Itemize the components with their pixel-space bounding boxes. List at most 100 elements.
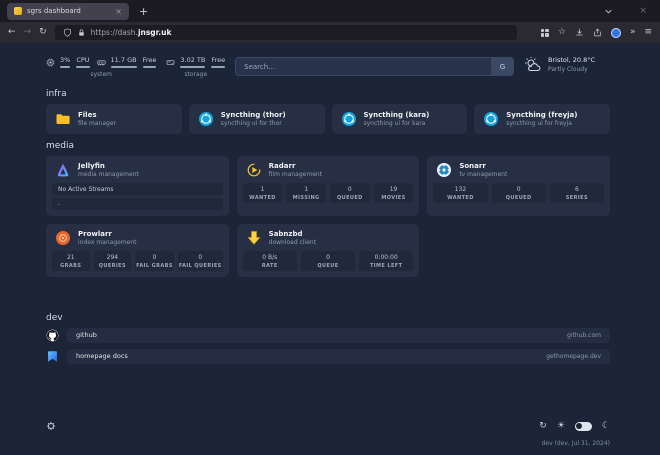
browser-tab-bar: sgrs dashboard × + × — [0, 0, 660, 22]
ram-label: Free — [143, 56, 157, 64]
bookmark-name: github — [76, 331, 97, 339]
card-prowlarr[interactable]: Prowlarr index management 21GRABS 294QUE… — [46, 224, 229, 277]
card-name: Files — [78, 111, 116, 119]
stat-box: 132WANTED — [433, 183, 487, 203]
card-files[interactable]: Files file manager — [46, 104, 182, 134]
download-icon[interactable] — [575, 28, 584, 37]
stat-box: 0:00:00TIME LEFT — [359, 251, 413, 271]
tab-favicon-icon — [14, 7, 22, 15]
stat-box: 0FAIL GRABS — [135, 251, 174, 271]
card-name: Jellyfin — [78, 162, 139, 170]
bookmark-url: gethomepage.dev — [546, 353, 601, 360]
extensions-grid-icon[interactable] — [541, 29, 549, 37]
disk-icon — [166, 58, 175, 67]
stat-box: 0 B/sRATE — [243, 251, 297, 271]
card-name: Sabnzbd — [269, 230, 316, 238]
card-desc: film management — [269, 171, 322, 178]
card-desc: media management — [78, 171, 139, 178]
card-syncthing-thor[interactable]: Syncthing (thor) syncthing ui for thor — [189, 104, 325, 134]
new-tab-button[interactable]: + — [135, 5, 152, 18]
bookmark-star-icon[interactable]: ☆ — [558, 28, 566, 37]
media-grid-row1: Jellyfin media management No Active Stre… — [46, 156, 610, 216]
storage-widget: 3.02 TB Free storage — [166, 56, 225, 78]
weather-location: Bristol, 20.8°C — [548, 56, 595, 64]
stat-box: 0QUEUED — [492, 183, 546, 203]
card-jellyfin[interactable]: Jellyfin media management No Active Stre… — [46, 156, 229, 216]
light-mode-sun-icon[interactable]: ☀ — [557, 422, 565, 431]
back-button[interactable]: ← — [8, 28, 16, 37]
url-text: https://dash.jnsgr.uk — [91, 28, 172, 37]
card-name: Syncthing (thor) — [221, 111, 286, 119]
card-name: Radarr — [269, 162, 322, 170]
stat-box: 1WANTED — [243, 183, 283, 203]
dashboard-footer: ↻ ☀ ☾ — [46, 421, 610, 431]
radarr-icon — [246, 162, 262, 178]
search-box: G — [235, 57, 514, 76]
bookmark-homepage-docs[interactable]: homepage docs gethomepage.dev — [67, 349, 610, 364]
card-desc: index management — [78, 239, 137, 246]
settings-gear-icon[interactable] — [46, 421, 56, 431]
card-syncthing-freyja[interactable]: Syncthing (freyja) syncthing ui for frey… — [474, 104, 610, 134]
card-name: Syncthing (kara) — [364, 111, 430, 119]
card-desc: syncthing ui for freyja — [506, 120, 577, 127]
stat-box: 0FAIL QUERIES — [178, 251, 223, 271]
search-provider-button[interactable]: G — [491, 58, 513, 75]
system-resources-widget: 3% CPU 11.7 GB Free system — [46, 56, 156, 78]
browser-toolbar: ← → ↻ https://dash.jnsgr.uk ☆ » ≡ — [0, 22, 660, 43]
shield-icon[interactable] — [63, 28, 72, 37]
jellyfin-icon — [55, 162, 71, 178]
sabnzbd-icon — [246, 230, 262, 246]
window-close-icon[interactable]: × — [639, 6, 647, 16]
weather-widget[interactable]: Bristol, 20.8°C Partly Cloudy — [524, 56, 610, 73]
weather-condition: Partly Cloudy — [548, 66, 595, 73]
url-bar[interactable]: https://dash.jnsgr.uk — [55, 25, 517, 40]
jellyfin-streams-row: No Active Streams — [52, 183, 223, 195]
card-radarr[interactable]: Radarr film management 1WANTED 1MISSING … — [237, 156, 420, 216]
jellyfin-empty-row: - — [52, 198, 223, 210]
stat-box: 294QUERIES — [94, 251, 132, 271]
ram-value: 11.7 GB — [111, 56, 137, 64]
section-title-media: media — [46, 141, 610, 151]
share-icon[interactable] — [593, 28, 602, 37]
system-group-label: system — [46, 71, 156, 78]
media-grid-row2: Prowlarr index management 21GRABS 294QUE… — [46, 224, 610, 277]
stat-box: 0QUEUE — [301, 251, 355, 271]
theme-toggle[interactable] — [575, 422, 592, 431]
list-tabs-chevron-icon[interactable] — [604, 7, 613, 16]
card-desc: file manager — [78, 120, 116, 127]
card-desc: download client — [269, 239, 316, 246]
dark-mode-moon-icon[interactable]: ☾ — [602, 422, 610, 431]
bookmark-flag-icon — [46, 350, 59, 363]
version-text: dev (dev, Jul 31, 2024) — [46, 440, 610, 447]
browser-tab[interactable]: sgrs dashboard × — [7, 3, 129, 20]
stat-box: 6SERIES — [550, 183, 604, 203]
stat-box: 19MOVIES — [374, 183, 414, 203]
card-name: Prowlarr — [78, 230, 137, 238]
bookmark-url: github.com — [567, 332, 601, 339]
card-name: Sonarr — [459, 162, 507, 170]
onepassword-extension-icon[interactable] — [611, 28, 621, 38]
syncthing-icon — [341, 111, 357, 127]
tab-close-icon[interactable]: × — [115, 7, 122, 16]
card-sabnzbd[interactable]: Sabnzbd download client 0 B/sRATE 0QUEUE… — [237, 224, 420, 277]
card-desc: syncthing ui for thor — [221, 120, 286, 127]
card-desc: tv management — [459, 171, 507, 178]
refresh-icon[interactable]: ↻ — [539, 422, 547, 431]
prowlarr-icon — [55, 230, 71, 246]
card-syncthing-kara[interactable]: Syncthing (kara) syncthing ui for kara — [332, 104, 468, 134]
bookmark-github[interactable]: github github.com — [67, 328, 610, 343]
toolbar-overflow-icon[interactable]: » — [630, 28, 636, 37]
memory-icon — [97, 58, 106, 67]
menu-hamburger-icon[interactable]: ≡ — [644, 28, 652, 37]
syncthing-icon — [483, 111, 499, 127]
search-input[interactable] — [236, 63, 491, 71]
partly-cloudy-icon — [524, 57, 542, 73]
card-sonarr[interactable]: Sonarr tv management 132WANTED 0QUEUED 6… — [427, 156, 610, 216]
reload-button[interactable]: ↻ — [39, 28, 47, 37]
cpu-label: CPU — [76, 56, 89, 64]
dashboard-page: 3% CPU 11.7 GB Free system — [0, 43, 660, 455]
section-title-dev: dev — [46, 313, 610, 323]
section-title-infra: infra — [46, 89, 610, 99]
storage-group-label: storage — [166, 71, 225, 78]
forward-button[interactable]: → — [24, 28, 32, 37]
